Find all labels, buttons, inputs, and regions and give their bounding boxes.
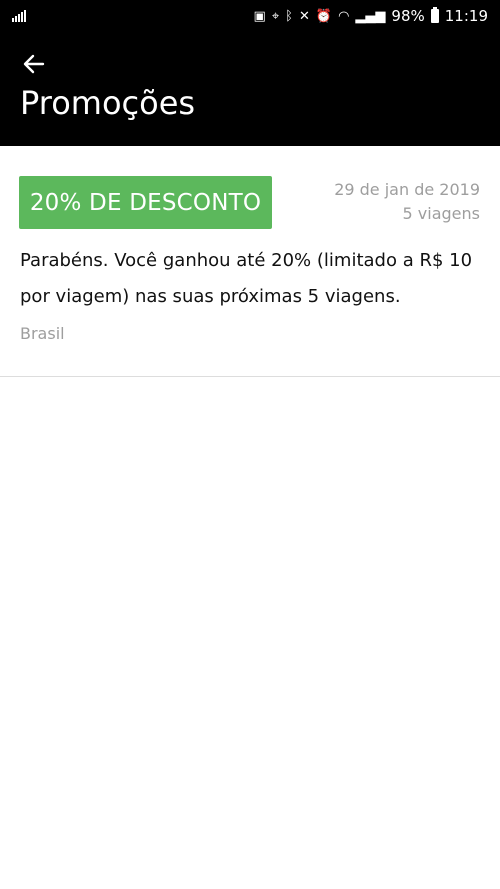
notification-icon: ▣ xyxy=(253,8,266,24)
arrow-left-icon xyxy=(23,54,45,74)
clock: 11:19 xyxy=(444,7,488,25)
promo-region: Brasil xyxy=(20,324,65,343)
mute-icon: ✕ xyxy=(298,8,310,24)
battery-icon xyxy=(430,7,439,23)
alarm-icon: ⏰ xyxy=(315,8,333,24)
promo-card[interactable]: 20% DE DESCONTO 29 de jan de 2019 5 viag… xyxy=(0,146,500,377)
battery-text: 98% xyxy=(391,7,425,25)
promo-date: 29 de jan de 2019 xyxy=(334,180,480,199)
promo-description: Parabéns. Você ganhou até 20% (limitado … xyxy=(20,250,473,307)
status-bar: ▣ ⌖ ᛒ ✕ ⏰ ◠ ▂▄▆ 98% 11:19 xyxy=(0,0,500,32)
location-icon: ⌖ xyxy=(271,8,280,24)
signal-icon xyxy=(12,10,26,22)
promo-meta: 29 de jan de 2019 5 viagens xyxy=(334,178,480,226)
promo-trips: 5 viagens xyxy=(402,204,480,223)
page-title: Promoções xyxy=(20,84,196,122)
app-bar: Promoções xyxy=(0,32,500,146)
wifi-icon: ◠ xyxy=(338,8,350,24)
cell-signal-icon: ▂▄▆ xyxy=(355,8,386,24)
back-button[interactable] xyxy=(16,48,52,80)
status-icons: ▣ ⌖ ᛒ ✕ ⏰ ◠ ▂▄▆ 98% 11:19 xyxy=(254,7,488,25)
bluetooth-icon: ᛒ xyxy=(285,8,293,24)
promo-badge: 20% DE DESCONTO xyxy=(19,176,272,229)
